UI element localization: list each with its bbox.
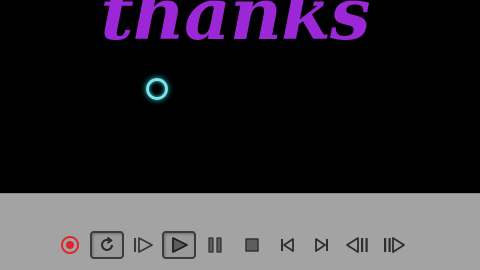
skip-forward-button[interactable]	[307, 232, 337, 258]
loop-button[interactable]	[90, 231, 124, 259]
step-back-icon	[346, 237, 368, 253]
slow-play-button[interactable]	[128, 232, 158, 258]
playback-control-bar	[0, 193, 480, 270]
pause-icon	[208, 237, 222, 253]
skip-forward-icon	[315, 238, 328, 252]
record-button[interactable]	[55, 232, 85, 258]
video-caption-text: thanks	[100, 0, 370, 56]
step-forward-icon	[384, 237, 405, 253]
skip-back-button[interactable]	[272, 232, 302, 258]
loading-spinner-icon	[146, 78, 168, 100]
stop-button[interactable]	[237, 232, 267, 258]
play-button[interactable]	[162, 231, 196, 259]
loop-icon	[101, 236, 113, 251]
skip-back-icon	[281, 238, 294, 252]
pause-button[interactable]	[200, 232, 230, 258]
step-back-button[interactable]	[343, 232, 373, 258]
stop-icon	[245, 238, 259, 252]
play-icon	[172, 237, 188, 253]
step-forward-button[interactable]	[379, 232, 409, 258]
slow-play-icon	[134, 237, 153, 253]
video-viewport: thanks	[0, 0, 480, 193]
record-icon	[61, 236, 79, 254]
